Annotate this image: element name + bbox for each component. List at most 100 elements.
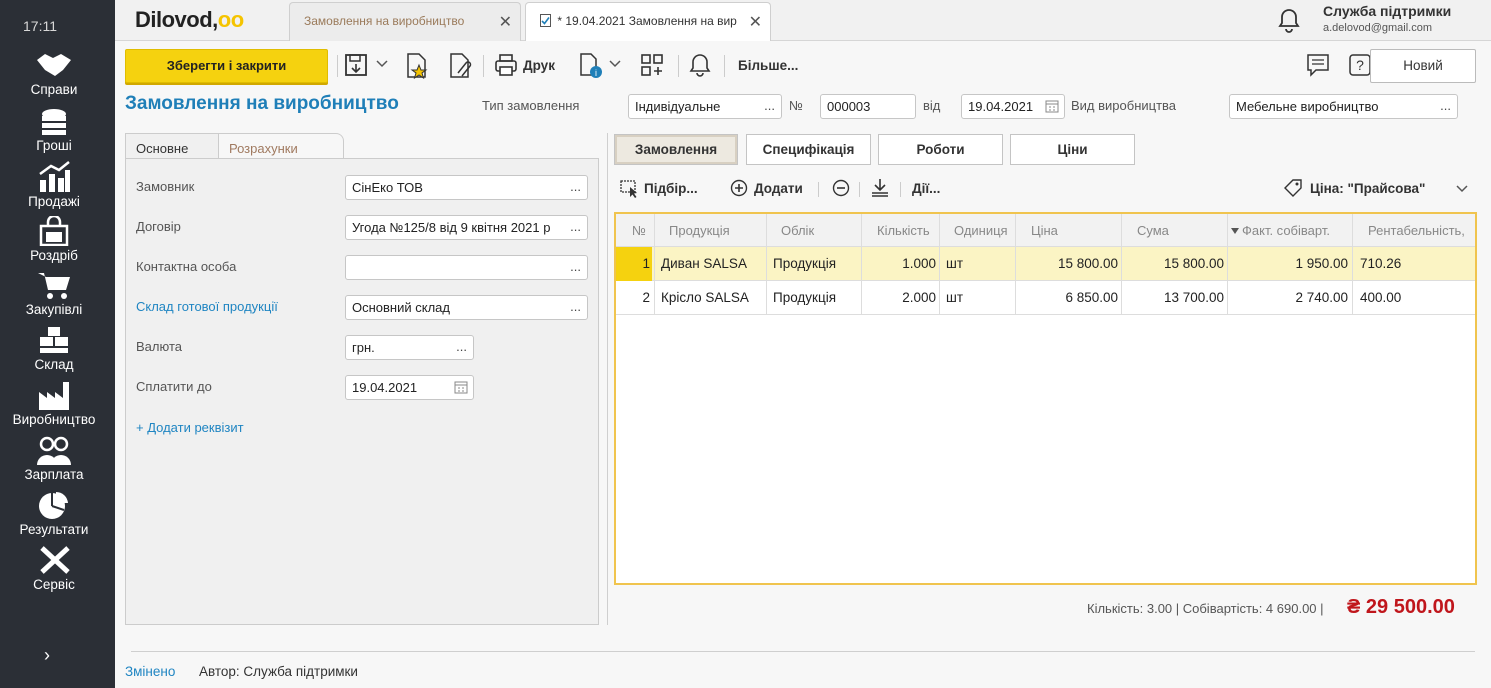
sidebar-item-salary[interactable]: Зарплата xyxy=(0,435,108,482)
table-row[interactable]: 2 Крісло SALSA Продукція 2.000 шт 6 850.… xyxy=(616,281,1475,315)
cell-number: 1 xyxy=(642,256,650,271)
ellipsis-icon[interactable]: ... xyxy=(570,299,581,314)
table-row[interactable]: 1 Диван SALSA Продукція 1.000 шт 15 800.… xyxy=(616,247,1475,281)
cart-icon xyxy=(38,273,70,299)
sidebar-item-service[interactable]: Сервіс xyxy=(0,545,108,592)
column-divider xyxy=(1352,214,1353,314)
more-button[interactable]: Більше... xyxy=(738,58,798,73)
save-and-close-button[interactable]: Зберегти і закрити xyxy=(125,49,328,83)
document-info-icon[interactable]: i xyxy=(578,53,604,79)
cell-sum: 13 700.00 xyxy=(1163,290,1224,305)
minus-circle-icon[interactable] xyxy=(832,179,850,197)
column-header[interactable]: Продукція xyxy=(669,223,730,238)
pie-chart-icon xyxy=(39,491,68,519)
divider xyxy=(859,182,860,197)
add-attribute-link[interactable]: + Додати реквізит xyxy=(136,420,244,435)
sidebar-item-sales[interactable]: Продажі xyxy=(0,160,108,209)
tab-production-orders[interactable]: Замовлення на виробництво ✕ xyxy=(289,2,521,41)
tab-current-document[interactable]: * 19.04.2021 Замовлення на вир ✕ xyxy=(525,2,771,42)
column-header[interactable]: № xyxy=(632,223,646,238)
factory-icon xyxy=(39,382,69,410)
sidebar-item-purchases[interactable]: Закупівлі xyxy=(0,270,108,317)
ellipsis-icon[interactable]: ... xyxy=(1440,98,1451,113)
sidebar-item-affairs[interactable]: Справи xyxy=(0,50,108,97)
close-icon[interactable]: ✕ xyxy=(749,12,762,32)
ellipsis-icon[interactable]: ... xyxy=(456,339,467,354)
toolbar: Зберегти і закрити Друк i Більше... ? Но… xyxy=(115,41,1491,91)
download-icon[interactable] xyxy=(871,178,889,198)
price-type-select[interactable]: Ціна: "Прайсова" xyxy=(1310,181,1425,196)
tab-specification[interactable]: Специфікація xyxy=(746,134,871,165)
logo[interactable]: Dilovod,oo xyxy=(135,7,244,33)
divider xyxy=(131,651,1475,652)
new-button[interactable]: Новий xyxy=(1370,49,1476,83)
ellipsis-icon[interactable]: ... xyxy=(570,219,581,234)
calendar-icon[interactable] xyxy=(1045,99,1059,113)
cell-sum: 15 800.00 xyxy=(1163,256,1224,271)
ellipsis-icon[interactable]: ... xyxy=(570,259,581,274)
actions-button[interactable]: Дії... xyxy=(912,181,940,196)
sidebar-item-warehouse[interactable]: Склад xyxy=(0,325,108,372)
column-header[interactable]: Облік xyxy=(781,223,814,238)
column-header[interactable]: Факт. собіварт. xyxy=(1242,223,1330,238)
tab-prices[interactable]: Ціни xyxy=(1010,134,1135,165)
tools-icon xyxy=(40,546,70,574)
column-header[interactable]: Сума xyxy=(1137,223,1169,238)
sidebar-item-retail[interactable]: Роздріб xyxy=(0,216,108,263)
warehouse-field[interactable]: Основний склад... xyxy=(345,295,588,320)
sort-down-icon[interactable] xyxy=(1231,228,1239,234)
currency-field[interactable]: грн.... xyxy=(345,335,474,360)
contract-field[interactable]: Угода №125/8 від 9 квітня 2021 р... xyxy=(345,215,588,240)
help-icon[interactable]: ? xyxy=(1348,53,1372,77)
sidebar-item-production[interactable]: Виробництво xyxy=(0,380,108,427)
sidebar-item-money[interactable]: Гроші xyxy=(0,108,108,153)
sidebar-item-results[interactable]: Результати xyxy=(0,490,108,537)
column-header[interactable]: Рентабельність, xyxy=(1368,223,1475,238)
save-icon[interactable] xyxy=(344,53,368,77)
changed-link[interactable]: Змінено xyxy=(125,664,175,679)
chevron-down-icon[interactable] xyxy=(1456,185,1468,193)
column-header[interactable]: Кількість xyxy=(877,223,930,238)
tab-order[interactable]: Замовлення xyxy=(614,134,738,165)
number-field[interactable]: 000003 xyxy=(820,94,916,119)
notification-bell-icon[interactable] xyxy=(1278,7,1300,33)
favorite-document-icon[interactable] xyxy=(405,53,429,79)
plus-circle-icon[interactable] xyxy=(730,179,748,197)
column-header[interactable]: Ціна xyxy=(1031,223,1058,238)
warehouse-link[interactable]: Склад готової продукції xyxy=(136,299,278,314)
calendar-icon[interactable] xyxy=(454,380,468,394)
number-label: № xyxy=(789,98,803,113)
order-type-field[interactable]: Індивідуальне ... xyxy=(628,94,782,119)
date-field[interactable]: 19.04.2021 xyxy=(961,94,1065,119)
pick-cursor-icon[interactable] xyxy=(620,180,640,198)
print-button[interactable]: Друк xyxy=(523,58,555,73)
chevron-down-icon[interactable] xyxy=(376,60,388,68)
sidebar-expand-button[interactable]: › xyxy=(44,645,50,666)
pick-button[interactable]: Підбір... xyxy=(644,181,698,196)
sidebar-item-label: Сервіс xyxy=(33,577,75,592)
ellipsis-icon[interactable]: ... xyxy=(764,98,775,113)
customer-field[interactable]: СінЕко ТОВ... xyxy=(345,175,588,200)
cell-margin: 710.26 xyxy=(1360,256,1402,271)
field-value: СінЕко ТОВ xyxy=(352,180,423,195)
close-icon[interactable]: ✕ xyxy=(499,12,512,32)
tab-settlements[interactable]: Розрахунки xyxy=(218,133,344,160)
contact-field[interactable]: ... xyxy=(345,255,588,280)
production-type-field[interactable]: Мебельне виробництво ... xyxy=(1229,94,1458,119)
tab-main[interactable]: Основне xyxy=(125,133,220,160)
comment-icon[interactable] xyxy=(1306,53,1330,77)
sidebar-item-label: Справи xyxy=(30,82,78,97)
user-name[interactable]: Служба підтримки xyxy=(1323,3,1451,19)
pay-until-field[interactable]: 19.04.2021 xyxy=(345,375,474,400)
tab-works[interactable]: Роботи xyxy=(878,134,1003,165)
attach-document-icon[interactable] xyxy=(448,53,472,79)
chevron-down-icon[interactable] xyxy=(609,60,621,68)
column-header[interactable]: Одиниця xyxy=(954,223,1014,238)
add-widget-icon[interactable] xyxy=(640,53,664,77)
add-button[interactable]: Додати xyxy=(754,181,803,196)
totals-summary: Кількість: 3.00 | Собівартість: 4 690.00… xyxy=(1087,601,1324,616)
reminder-bell-icon[interactable] xyxy=(689,53,711,77)
svg-text:i: i xyxy=(595,68,597,78)
ellipsis-icon[interactable]: ... xyxy=(570,179,581,194)
printer-icon[interactable] xyxy=(494,53,518,77)
